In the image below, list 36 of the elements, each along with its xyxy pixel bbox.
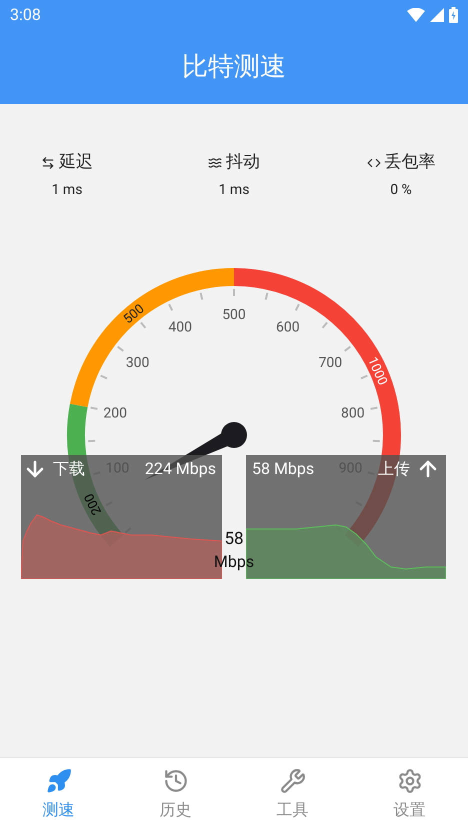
tick-label: 600 — [276, 320, 300, 336]
nav-tab[interactable]: 测速 — [0, 758, 117, 832]
tick-label: 700 — [318, 354, 342, 371]
range-label: 200 — [82, 490, 106, 518]
metric-label: 丢包率 — [384, 151, 436, 174]
settings-icon — [396, 768, 422, 794]
metric-value: 1 ms — [52, 180, 82, 200]
nav-tab[interactable]: 历史 — [117, 758, 234, 832]
download-label: 下载 — [53, 458, 85, 480]
nav-tab[interactable]: 设置 — [351, 758, 468, 832]
nav-tab[interactable]: 工具 — [234, 758, 351, 832]
upload-speed: 58 Mbps — [252, 458, 314, 480]
status-time: 3:08 — [10, 4, 41, 26]
download-speed: 224 Mbps — [144, 458, 217, 480]
metric-label: 抖动 — [226, 151, 260, 174]
tick-label: 500 — [222, 307, 246, 323]
tick-label: 300 — [126, 354, 150, 371]
range-label: 1000 — [364, 354, 390, 388]
battery-icon — [449, 7, 458, 23]
range-label: 500 — [121, 302, 148, 328]
signal-icon — [430, 8, 444, 22]
speed-reading: 58 — [224, 528, 244, 550]
tick-label: 800 — [341, 405, 365, 422]
wave-icon — [208, 156, 222, 170]
wrench-icon — [280, 768, 306, 794]
exchange-icon — [41, 156, 55, 170]
metric-label: 延迟 — [59, 151, 93, 174]
app-title: 比特测速 — [182, 50, 286, 84]
tick-label: 200 — [103, 405, 127, 422]
wifi-icon — [407, 8, 425, 22]
rocket-icon — [46, 768, 72, 794]
upload-label: 上传 — [378, 458, 410, 480]
metric-value: 0 % — [390, 180, 412, 200]
metric-value: 1 ms — [218, 180, 250, 200]
history-icon — [162, 768, 188, 794]
tick-label: 400 — [168, 320, 192, 336]
